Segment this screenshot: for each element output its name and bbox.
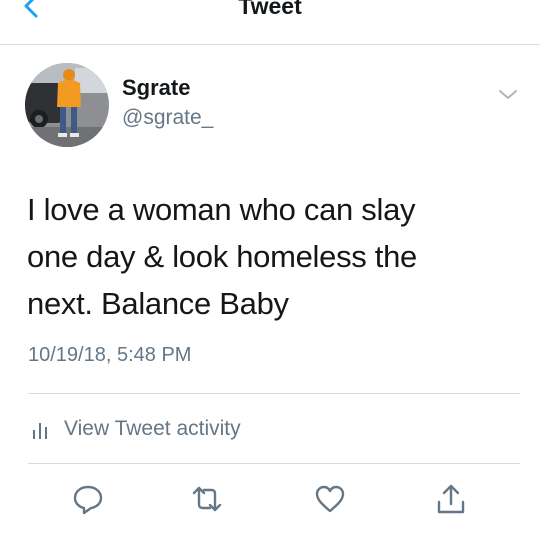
chevron-down-icon <box>499 90 517 99</box>
profile-photo <box>25 63 109 147</box>
tweet-text: I love a woman who can slay one day & lo… <box>27 186 527 327</box>
tweet-timestamp: 10/19/18, 5:48 PM <box>28 344 192 366</box>
divider <box>28 463 520 464</box>
like-icon <box>315 485 345 513</box>
author-handle[interactable]: @sgrate_ <box>122 106 213 130</box>
tweet-text-line: next. Balance Baby <box>27 286 289 321</box>
page-title: Tweet <box>238 0 302 19</box>
author-display-name[interactable]: Sgrate <box>122 76 190 100</box>
bar-chart-icon <box>33 423 47 439</box>
like-button[interactable] <box>313 482 347 516</box>
share-icon <box>437 484 465 514</box>
view-tweet-activity-button[interactable]: View Tweet activity <box>28 412 428 446</box>
reply-icon <box>73 485 103 515</box>
retweet-button[interactable] <box>190 482 224 516</box>
top-navigation-bar: Tweet <box>0 0 540 45</box>
reply-button[interactable] <box>71 482 105 516</box>
divider <box>28 393 520 394</box>
share-button[interactable] <box>434 482 468 516</box>
avatar[interactable] <box>25 63 109 147</box>
retweet-icon <box>192 486 222 512</box>
tweet-options-button[interactable] <box>496 82 520 106</box>
tweet-text-line: one day & look homeless the <box>27 239 417 274</box>
tweet-text-line: I love a woman who can slay <box>27 192 416 227</box>
activity-label: View Tweet activity <box>64 417 241 440</box>
